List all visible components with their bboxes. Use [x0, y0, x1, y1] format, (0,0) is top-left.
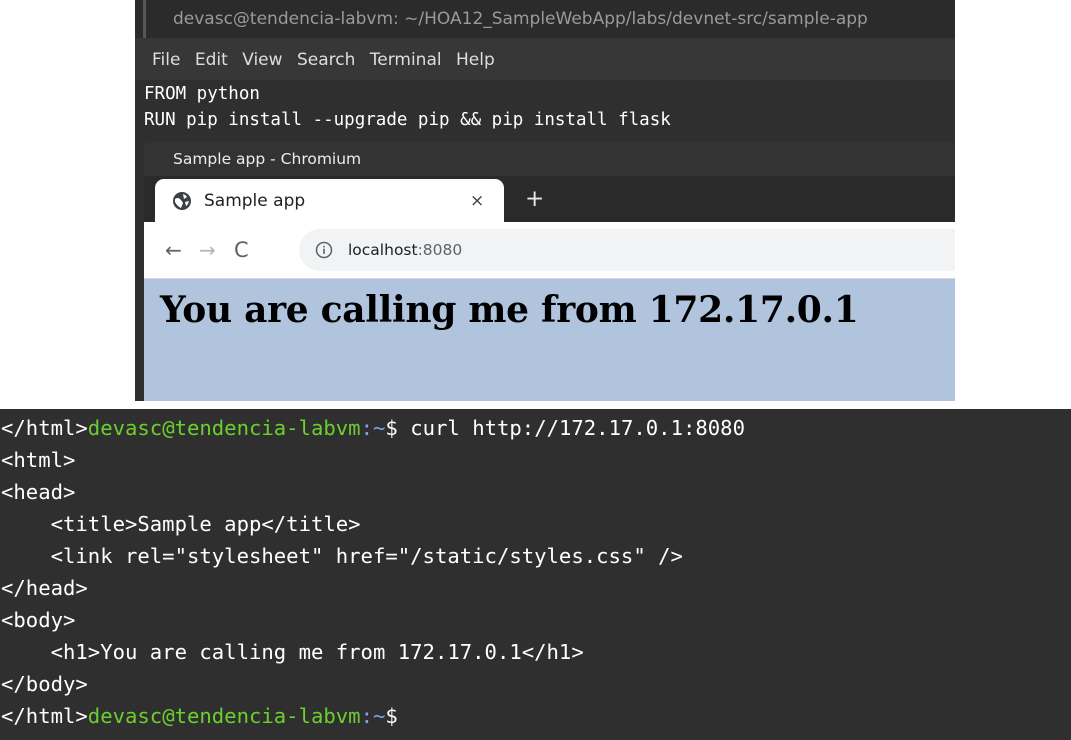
close-icon[interactable]: ×: [470, 179, 484, 223]
menu-edit[interactable]: Edit: [195, 38, 228, 82]
prompt-symbol: $: [385, 416, 411, 440]
address-bar[interactable]: localhost:8080: [299, 229, 955, 271]
reload-icon[interactable]: C: [234, 222, 249, 278]
tab-title: Sample app: [204, 191, 306, 211]
prompt-symbol: $: [385, 704, 398, 728]
url-host: localhost: [348, 241, 418, 259]
new-tab-button[interactable]: +: [525, 176, 544, 222]
menu-terminal[interactable]: Terminal: [370, 38, 442, 82]
globe-icon: [173, 192, 191, 210]
chromium-window: Sample app - Chromium Sample app × + ← →…: [144, 142, 955, 401]
output-line: </body>: [1, 672, 88, 696]
terminal-prompt-line: </html>devasc@tendencia-labvm:~$: [1, 704, 398, 728]
page-heading: You are calling me from 172.17.0.1: [160, 289, 859, 331]
url-text: localhost:8080: [348, 229, 462, 271]
html-close-tag: </html>: [1, 416, 88, 440]
terminal-line: FROM python: [144, 84, 260, 104]
terminal-menubar: File Edit View Search Terminal Help: [135, 38, 955, 80]
command-text: curl http://172.17.0.1:8080: [410, 416, 745, 440]
terminal-title: devasc@tendencia-labvm: ~/HOA12_SampleWe…: [173, 9, 868, 29]
terminal-command-line: </html>devasc@tendencia-labvm:~$ curl ht…: [1, 416, 745, 440]
browser-toolbar: ← → C localhost:8080: [144, 222, 955, 279]
output-line: <h1>You are calling me from 172.17.0.1</…: [1, 640, 584, 664]
prompt-user-host: devasc@tendencia-labvm: [87, 704, 361, 728]
output-line: <html>: [1, 448, 76, 472]
terminal-body-top[interactable]: FROM python RUN pip install --upgrade pi…: [135, 80, 955, 142]
terminal-title-bar: devasc@tendencia-labvm: ~/HOA12_SampleWe…: [135, 0, 955, 38]
output-line: <title>Sample app</title>: [1, 512, 361, 536]
menu-help[interactable]: Help: [456, 38, 495, 82]
info-icon[interactable]: [315, 241, 333, 259]
url-port: :8080: [417, 241, 463, 259]
page-content: You are calling me from 172.17.0.1: [144, 279, 955, 401]
menu-file[interactable]: File: [152, 38, 180, 82]
prompt-user-host: devasc@tendencia-labvm: [87, 416, 361, 440]
terminal-output[interactable]: </html>devasc@tendencia-labvm:~$ curl ht…: [0, 409, 1071, 740]
tab-strip: Sample app × +: [144, 176, 955, 222]
back-arrow-icon[interactable]: ←: [165, 222, 182, 278]
output-line: <body>: [1, 608, 76, 632]
forward-arrow-icon[interactable]: →: [199, 222, 216, 278]
output-line: </head>: [1, 576, 88, 600]
menu-view[interactable]: View: [242, 38, 282, 82]
html-close-tag: </html>: [1, 704, 88, 728]
chromium-title-bar[interactable]: Sample app - Chromium: [144, 142, 955, 176]
prompt-path: :~: [360, 704, 386, 728]
prompt-path: :~: [360, 416, 386, 440]
output-line: <head>: [1, 480, 76, 504]
terminal-line: RUN pip install --upgrade pip && pip ins…: [144, 110, 671, 130]
output-line: <link rel="stylesheet" href="/static/sty…: [1, 544, 683, 568]
window-title: Sample app - Chromium: [173, 150, 362, 168]
top-screenshot: devasc@tendencia-labvm: ~/HOA12_SampleWe…: [135, 0, 955, 401]
menu-search[interactable]: Search: [297, 38, 355, 82]
tab-sample-app[interactable]: Sample app ×: [155, 179, 504, 222]
